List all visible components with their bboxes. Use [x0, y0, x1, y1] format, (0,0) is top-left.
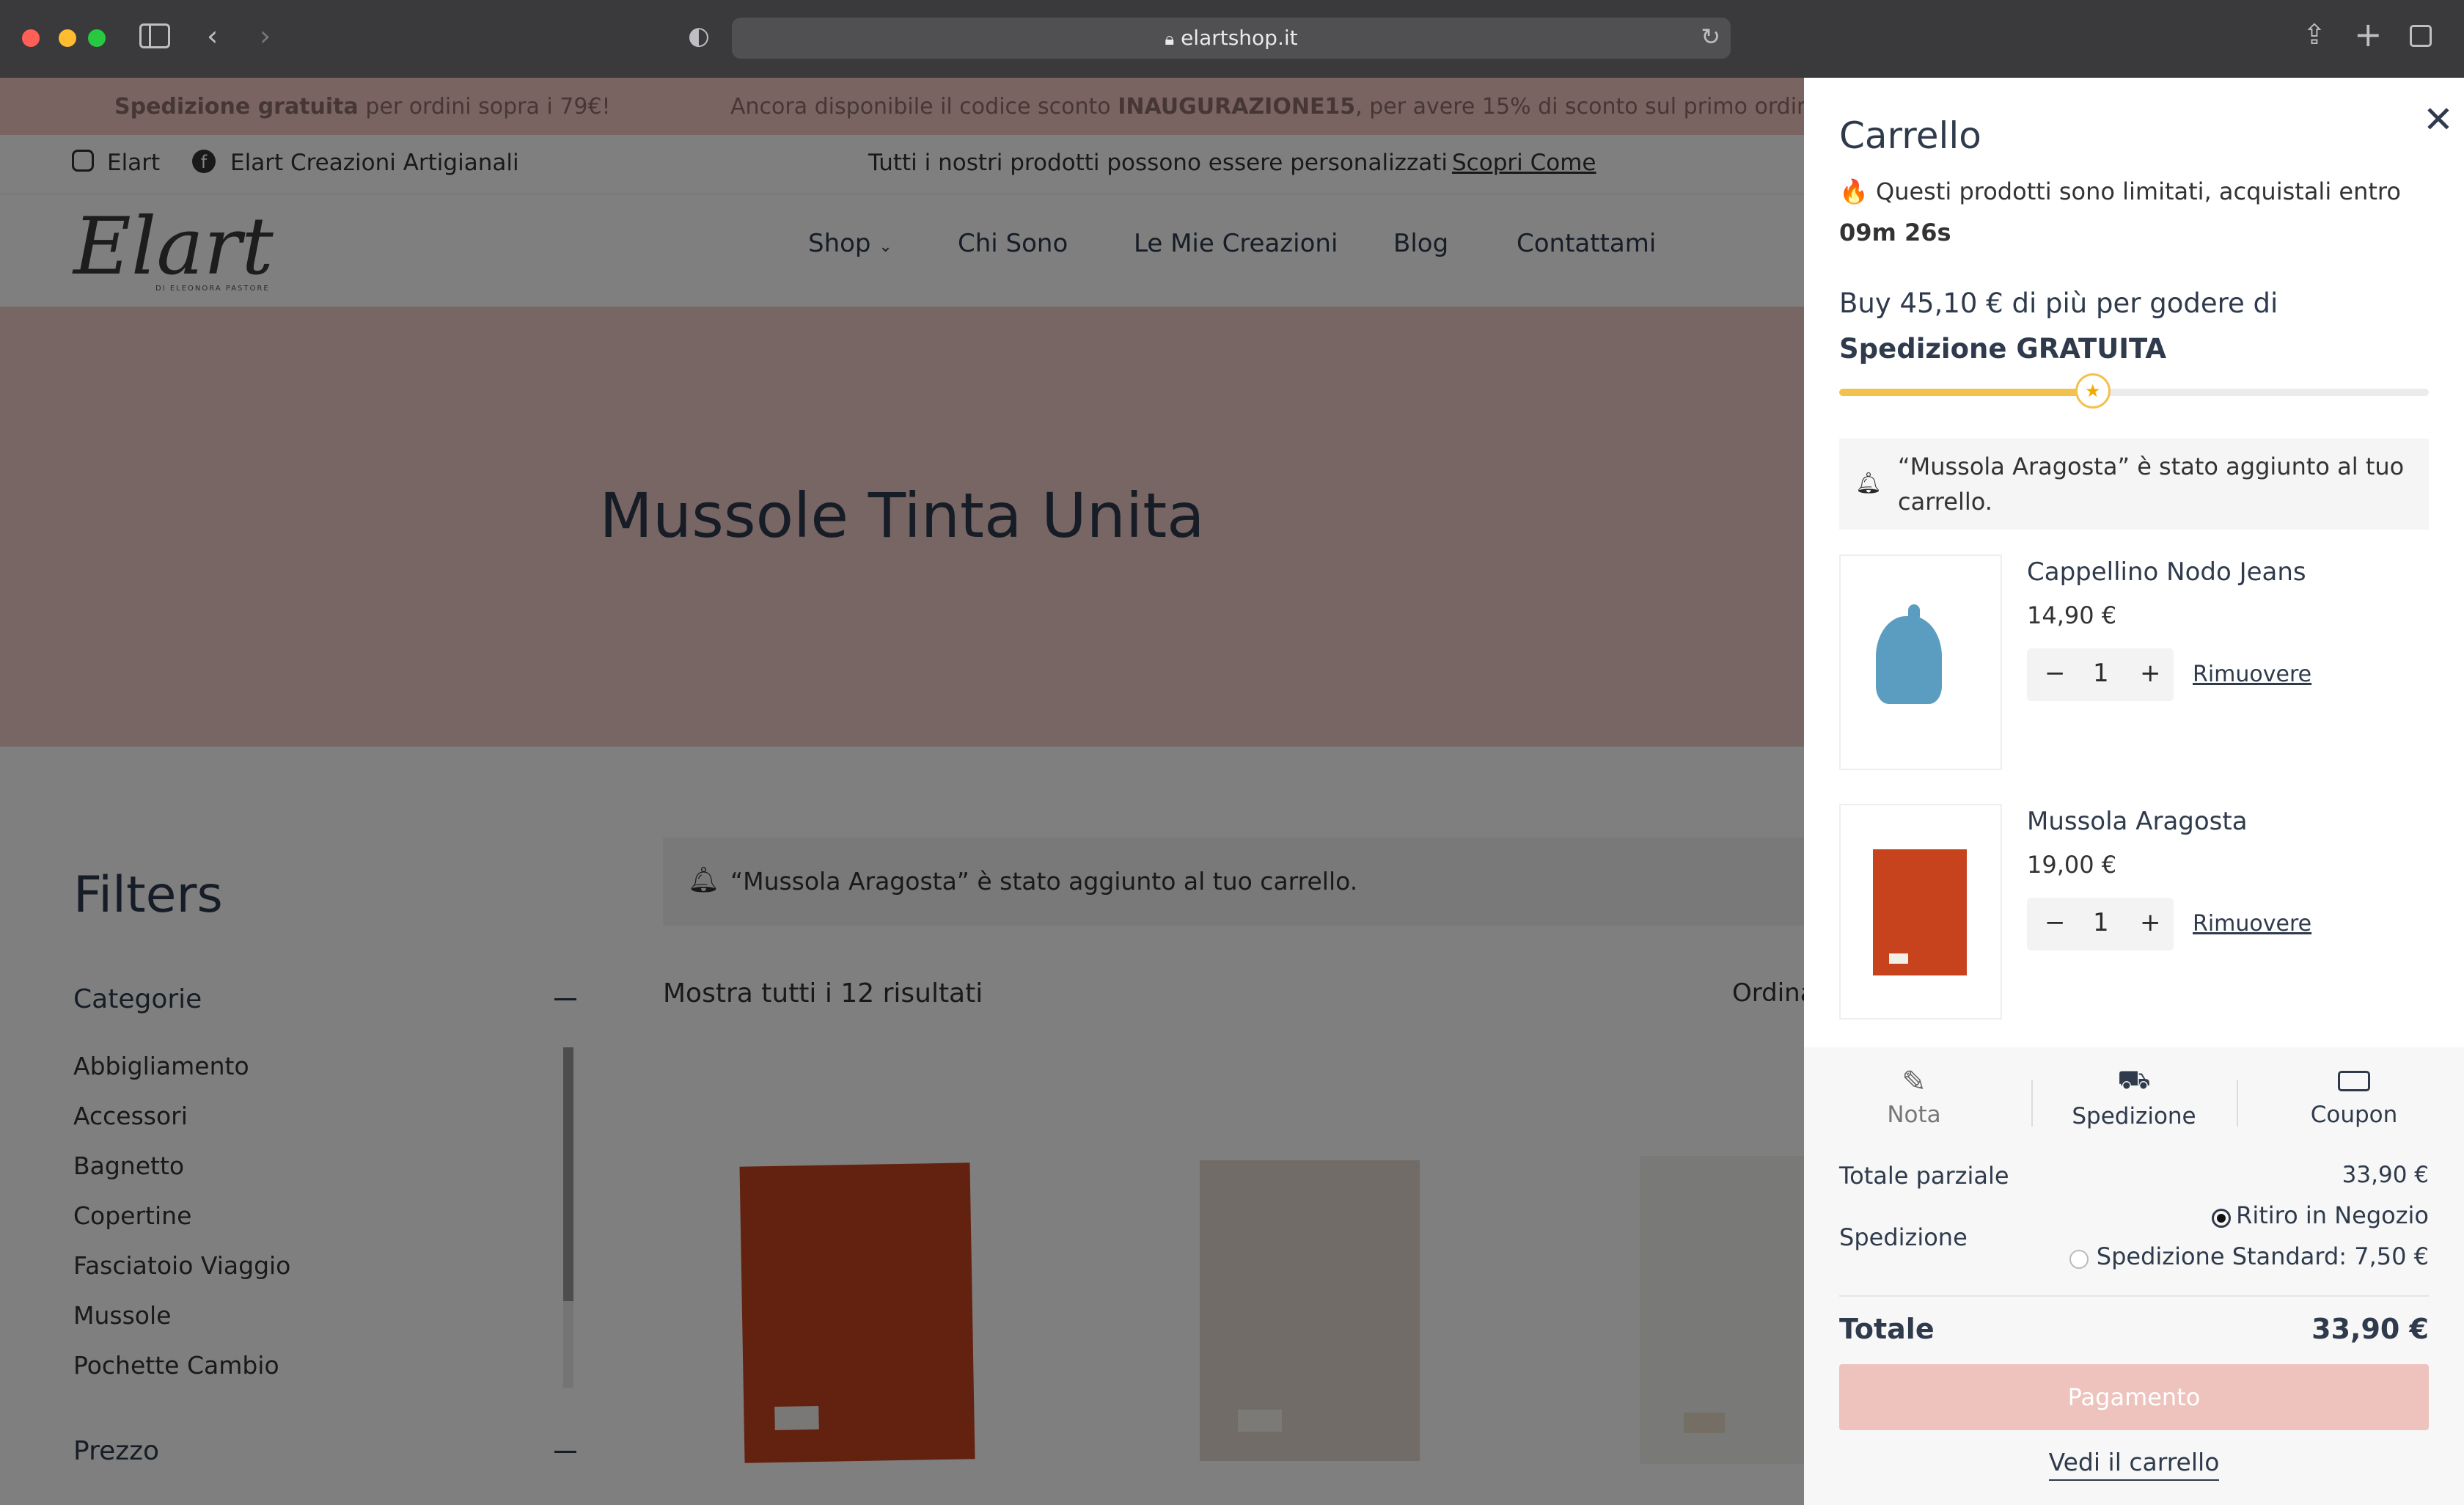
cart-item-name[interactable]: Mussola Aragosta — [2027, 807, 2248, 836]
tab-shipping-label: Spedizione — [2072, 1103, 2196, 1129]
plus-icon[interactable]: + — [2140, 908, 2161, 937]
address-bar-text[interactable]: 🔒︎ elartshop.it — [732, 18, 1731, 59]
cart-item-name[interactable]: Cappellino Nodo Jeans — [2027, 557, 2306, 587]
forward-icon[interactable]: › — [260, 22, 271, 50]
modal-overlay[interactable] — [0, 78, 1804, 1505]
cart-item-price: 19,00 € — [2027, 851, 2117, 879]
sidebar-toggle-icon[interactable] — [139, 23, 170, 48]
remove-item-link[interactable]: Rimuovere — [2193, 911, 2311, 937]
cart-item-price: 14,90 € — [2027, 601, 2117, 629]
tab-note[interactable]: ✎ Nota — [1804, 1065, 2024, 1138]
urgency-timer: 09m 26s — [1839, 219, 1951, 246]
subtotal-value: 33,90 € — [2342, 1162, 2429, 1188]
pencil-icon: ✎ — [1902, 1065, 1926, 1099]
plus-icon[interactable]: + — [2140, 659, 2161, 688]
lock-icon: 🔒︎ — [1165, 29, 1175, 49]
address-bar[interactable]: 🔒︎ elartshop.it ↻ — [732, 18, 1731, 59]
privacy-shield-icon[interactable]: ◐ — [688, 23, 710, 48]
urgency-message: 🔥 Questi prodotti sono limitati, acquist… — [1839, 177, 2401, 205]
fire-icon: 🔥 — [1839, 177, 1869, 205]
cart-item-image[interactable] — [1839, 804, 2002, 1019]
radio-standard[interactable] — [2069, 1250, 2089, 1269]
quantity-stepper: − 1 + — [2027, 898, 2174, 951]
tab-overview-icon[interactable] — [2410, 25, 2432, 47]
tab-divider — [2237, 1080, 2238, 1127]
radio-pickup[interactable] — [2212, 1209, 2231, 1228]
cart-added-notice: 🔔︎ “Mussola Aragosta” è stato aggiunto a… — [1839, 439, 2429, 530]
cart-footer: ✎ Nota ⛟ Spedizione Coupon — [1804, 1047, 2464, 1505]
tab-note-label: Nota — [1887, 1102, 1941, 1128]
total-label: Totale — [1839, 1313, 1935, 1345]
url-text: elartshop.it — [1181, 26, 1298, 50]
window-minimize-button[interactable] — [59, 29, 76, 47]
remove-item-link[interactable]: Rimuovere — [2193, 662, 2311, 687]
new-tab-icon[interactable]: + — [2354, 18, 2383, 51]
shipping-option-standard[interactable]: Spedizione Standard: 7,50 € — [2097, 1242, 2429, 1270]
truck-icon: ⛟ — [2117, 1065, 2151, 1095]
reload-icon[interactable]: ↻ — [1701, 25, 1720, 48]
cart-item-image[interactable] — [1839, 554, 2002, 770]
share-icon[interactable]: ⇪ — [2303, 21, 2326, 48]
tab-shipping[interactable]: ⛟ Spedizione — [2024, 1065, 2244, 1138]
shipping-option-pickup[interactable]: Ritiro in Negozio — [2236, 1201, 2429, 1229]
quantity-stepper: − 1 + — [2027, 648, 2174, 701]
browser-toolbar: ‹ › ◐ 🔒︎ elartshop.it ↻ ⇪ + — [0, 0, 2464, 78]
total-value: 33,90 € — [2311, 1313, 2429, 1345]
quantity-value[interactable]: 1 — [2093, 908, 2109, 937]
minus-icon[interactable]: − — [2045, 908, 2066, 937]
quantity-value[interactable]: 1 — [2093, 659, 2109, 688]
cart-notice-text: “Mussola Aragosta” è stato aggiunto al t… — [1898, 453, 2405, 516]
cart-title: Carrello — [1839, 114, 1981, 157]
window-zoom-button[interactable] — [88, 29, 106, 47]
checkout-button[interactable]: Pagamento — [1839, 1364, 2429, 1430]
minus-icon[interactable]: − — [2045, 659, 2066, 688]
free-shipping-progress-fill — [1839, 389, 2093, 396]
view-cart-link[interactable]: Vedi il carrello — [1804, 1448, 2464, 1481]
shipping-label: Spedizione — [1839, 1223, 1968, 1251]
ticket-icon — [2338, 1071, 2370, 1091]
shipping-threshold-highlight: Spedizione GRATUITA — [1839, 333, 2167, 365]
view-cart-label: Vedi il carrello — [2048, 1448, 2220, 1481]
divider — [1839, 1295, 2429, 1297]
star-icon: ★ — [2075, 373, 2111, 409]
tab-coupon[interactable]: Coupon — [2244, 1065, 2464, 1138]
cart-drawer: Carrello ✕ 🔥 Questi prodotti sono limita… — [1804, 78, 2464, 1505]
shipping-threshold-bold: Buy 45,10 € di più per godere di Spedizi… — [1839, 288, 2426, 370]
subtotal-label: Totale parziale — [1839, 1162, 2009, 1190]
close-icon[interactable]: ✕ — [2423, 98, 2454, 141]
free-shipping-progress: ★ — [1839, 373, 2429, 409]
window-close-button[interactable] — [22, 29, 40, 47]
urgency-text: Questi prodotti sono limitati, acquistal… — [1876, 177, 2401, 205]
bell-icon: 🔔︎ — [1855, 471, 1882, 495]
back-icon[interactable]: ‹ — [207, 22, 218, 50]
tab-coupon-label: Coupon — [2310, 1102, 2398, 1128]
